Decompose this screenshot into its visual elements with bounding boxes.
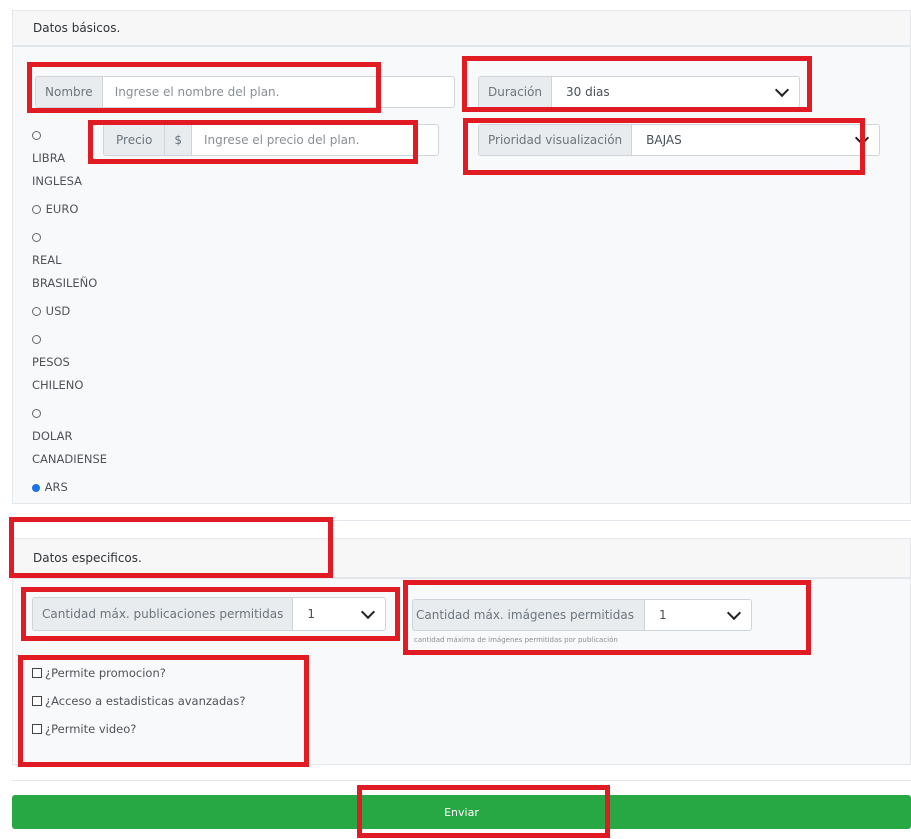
publicaciones-value: 1 <box>307 607 315 621</box>
radio-checked-icon <box>32 483 40 492</box>
duracion-select-group: Duración 30 dias <box>478 76 800 108</box>
basic-data-title: Datos básicos. <box>33 21 121 35</box>
checkbox-label: ¿Acceso a estadisticas avanzadas? <box>45 694 246 708</box>
radio-label: CHILENO <box>32 378 84 392</box>
prioridad-select[interactable]: BAJAS <box>632 125 879 155</box>
radio-unchecked-icon <box>32 335 41 344</box>
specific-data-title: Datos especificos. <box>33 551 142 565</box>
checkbox-label: ¿Permite promocion? <box>45 666 166 680</box>
checkbox-permite-promocion[interactable]: ¿Permite promocion? <box>32 666 166 680</box>
radio-ars[interactable]: ARS <box>32 476 152 499</box>
checkbox-permite-video[interactable]: ¿Permite video? <box>32 722 136 736</box>
radio-label: USD <box>45 304 71 318</box>
imagenes-select[interactable]: 1 <box>645 600 751 630</box>
chevron-down-icon <box>360 604 376 620</box>
radio-unchecked-icon <box>32 233 41 242</box>
radio-libra-inglesa[interactable]: LIBRA INGLESA <box>32 124 152 193</box>
publicaciones-select-group: Cantidad máx. publicaciones permitidas 1 <box>32 597 386 631</box>
radio-dolar-canadiense[interactable]: DOLAR CANADIENSE <box>32 402 152 471</box>
radio-label: EURO <box>45 202 79 216</box>
radio-label: BRASILEÑO <box>32 276 98 290</box>
imagenes-select-group: Cantidad máx. imágenes permitidas 1 <box>412 599 752 631</box>
imagenes-value: 1 <box>659 608 667 622</box>
radio-unchecked-icon <box>32 307 41 316</box>
checkbox-acceso-estadisticas[interactable]: ¿Acceso a estadisticas avanzadas? <box>32 694 245 708</box>
precio-input[interactable]: Ingrese el precio del plan. <box>192 125 438 155</box>
radio-unchecked-icon <box>32 131 41 140</box>
radio-usd[interactable]: USD <box>32 300 152 323</box>
radio-euro[interactable]: EURO <box>32 198 152 221</box>
submit-button[interactable]: Enviar <box>12 795 911 829</box>
chevron-down-icon <box>774 82 790 98</box>
duracion-value: 30 dias <box>566 85 610 99</box>
basic-data-header: Datos básicos. <box>12 10 911 46</box>
radio-label: ARS <box>44 480 68 494</box>
prioridad-label: Prioridad visualización <box>479 125 633 155</box>
radio-label: DOLAR <box>32 429 73 443</box>
checkbox-icon <box>32 668 42 678</box>
checkbox-icon <box>32 696 42 706</box>
section-divider <box>12 520 911 521</box>
nombre-input[interactable]: Ingrese el nombre del plan. <box>103 77 454 107</box>
nombre-input-group: Nombre Ingrese el nombre del plan. <box>35 76 455 108</box>
chevron-down-icon <box>726 605 742 621</box>
prioridad-select-group: Prioridad visualización BAJAS <box>478 124 880 156</box>
specific-data-header: Datos especificos. <box>12 538 911 578</box>
publicaciones-label: Cantidad máx. publicaciones permitidas <box>33 598 294 630</box>
nombre-label: Nombre <box>36 77 103 107</box>
checkbox-icon <box>32 724 42 734</box>
currency-radio-group: LIBRA INGLESA EURO REAL BRASILEÑO USD PE… <box>32 124 152 499</box>
radio-unchecked-icon <box>32 205 41 214</box>
duracion-select[interactable]: 30 dias <box>552 77 799 107</box>
dollar-sign-icon: $ <box>165 125 192 155</box>
radio-unchecked-icon <box>32 409 41 418</box>
radio-real-brasileno[interactable]: REAL BRASILEÑO <box>32 226 152 295</box>
imagenes-help-text: cantidad máxima de imágenes permitidas p… <box>414 636 618 644</box>
precio-input-group: Precio $ Ingrese el precio del plan. <box>103 124 439 156</box>
checkbox-label: ¿Permite video? <box>45 722 137 736</box>
radio-label: INGLESA <box>32 174 82 188</box>
chevron-down-icon <box>854 130 870 146</box>
duracion-label: Duración <box>479 77 553 107</box>
prioridad-value: BAJAS <box>646 133 682 147</box>
radio-pesos-chileno[interactable]: PESOS CHILENO <box>32 328 152 397</box>
imagenes-label: Cantidad máx. imágenes permitidas <box>413 600 645 630</box>
publicaciones-select[interactable]: 1 <box>293 598 385 630</box>
radio-label: REAL <box>32 253 62 267</box>
footer-divider <box>12 780 911 781</box>
radio-label: LIBRA <box>32 151 66 165</box>
radio-label: PESOS <box>32 355 70 369</box>
radio-label: CANADIENSE <box>32 452 108 466</box>
